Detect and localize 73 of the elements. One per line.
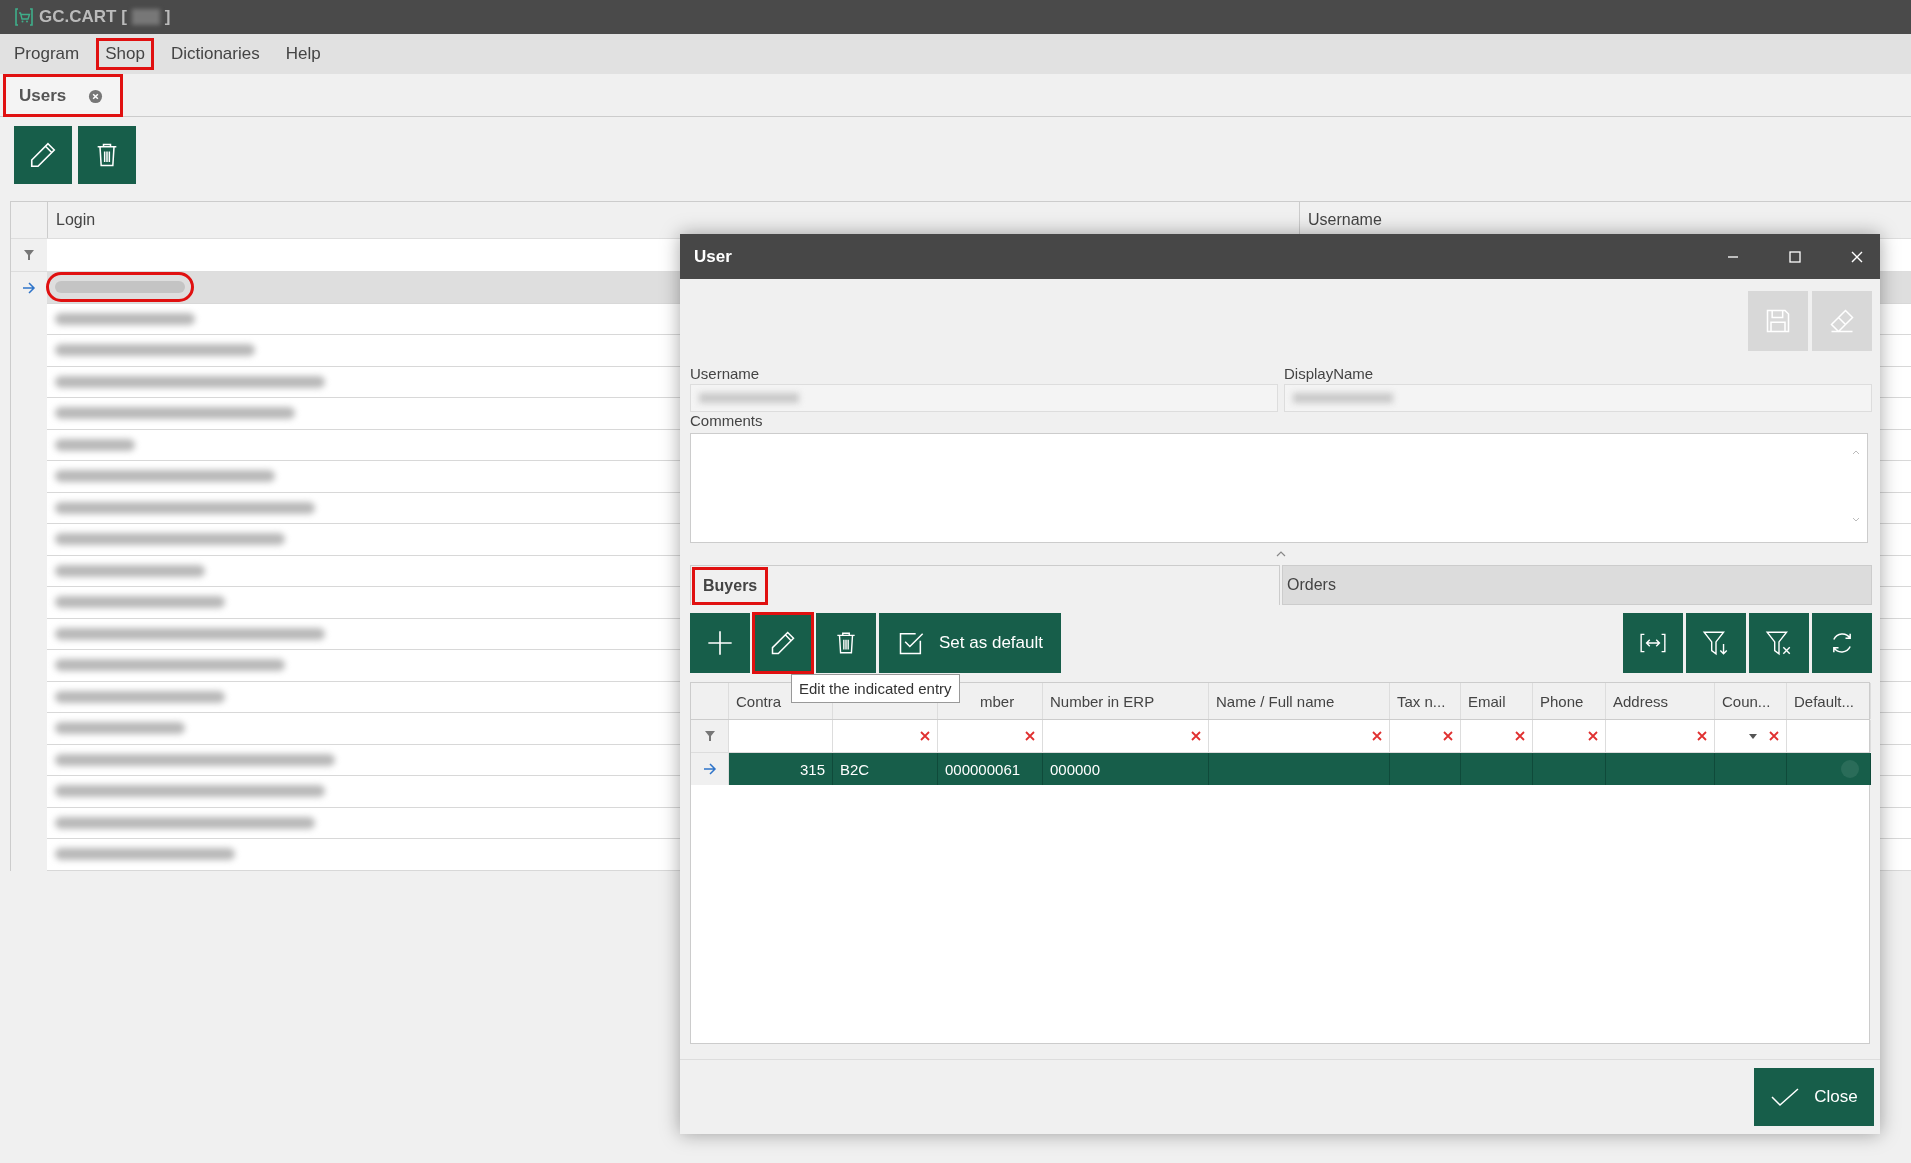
column-header[interactable]: Address (1613, 692, 1669, 710)
clear-filter-icon[interactable] (1372, 731, 1382, 741)
clear-filter-icon[interactable] (1191, 731, 1201, 741)
column-header[interactable]: Default... (1794, 692, 1855, 710)
filter-icon (23, 249, 35, 261)
toolbar-button[interactable] (1749, 613, 1809, 673)
clear-filter-icon[interactable] (1769, 731, 1779, 741)
comments-field[interactable] (690, 433, 1868, 543)
column-header[interactable]: Name / Full name (1216, 692, 1335, 710)
filter-arrow-icon (1702, 629, 1730, 657)
cart-logo-icon (14, 7, 34, 27)
close-icon[interactable] (88, 88, 104, 104)
filter-clear-icon (1765, 629, 1793, 657)
column-header[interactable]: mber (980, 692, 1015, 710)
table-cell: B2C (833, 753, 938, 785)
toolbar-button[interactable] (1623, 613, 1683, 673)
table-cell (1461, 753, 1533, 785)
column-header[interactable]: Email (1468, 692, 1506, 710)
document-tab[interactable]: Users (4, 75, 123, 116)
window-title-bracket: ] (164, 7, 171, 27)
row-pointer-arrow-icon (702, 763, 717, 775)
toolbar-button[interactable] (78, 126, 136, 184)
menu-item[interactable]: Dictionaries (162, 39, 268, 69)
checkmark-icon (1770, 1087, 1801, 1107)
clear-filter-icon[interactable] (1515, 731, 1525, 741)
toolbar-button[interactable] (816, 613, 876, 673)
field-label: Username (690, 365, 761, 382)
toolbar-button[interactable] (1686, 613, 1746, 673)
dropdown-caret-icon[interactable] (1749, 733, 1757, 739)
column-header[interactable]: Number in ERP (1050, 692, 1155, 710)
clear-filter-icon[interactable] (1443, 731, 1453, 741)
filter-icon (703, 730, 716, 742)
tab[interactable]: Buyers (690, 565, 1280, 605)
table-cell: 000000061 (938, 753, 1043, 785)
column-header[interactable]: Coun... (1722, 692, 1771, 710)
maximize-icon[interactable] (1788, 249, 1802, 264)
pencil-icon (769, 629, 797, 657)
field-label: DisplayName (1284, 365, 1375, 382)
row-pointer-arrow-icon (22, 281, 36, 294)
dialog-title: User (694, 246, 733, 267)
tab[interactable]: Orders (1282, 565, 1872, 605)
toolbar-button[interactable] (14, 126, 72, 184)
toolbar-button[interactable]: Set as default (879, 613, 1061, 673)
fit-columns-icon (1639, 632, 1667, 654)
column-header[interactable]: Contra (736, 692, 782, 710)
toolbar-button[interactable] (690, 613, 750, 673)
table-cell: 315 (729, 753, 833, 785)
field-label: Comments (690, 412, 764, 429)
window-title: GC.CART [ (39, 7, 127, 27)
tooltip: Edit the indicated entry (791, 674, 960, 703)
column-header[interactable]: Tax n... (1397, 692, 1446, 710)
text-field[interactable] (1284, 384, 1872, 412)
pencil-icon (28, 140, 58, 170)
plus-icon (706, 629, 734, 657)
clear-filter-icon[interactable] (1588, 731, 1598, 741)
save-icon (1764, 307, 1792, 335)
menu-item[interactable]: Shop (97, 39, 153, 69)
eraser-icon (1828, 307, 1856, 335)
table-cell: 000000 (1043, 753, 1209, 785)
clear-filter-icon[interactable] (1697, 731, 1707, 741)
collapse-caret-icon[interactable] (1276, 551, 1286, 557)
close-icon[interactable] (1850, 249, 1864, 264)
menu-item[interactable]: Help (277, 39, 329, 69)
clear-filter-icon[interactable] (920, 731, 930, 741)
toolbar-button[interactable] (753, 613, 813, 673)
table-cell (1390, 753, 1461, 785)
column-header[interactable]: Phone (1540, 692, 1584, 710)
menu-item[interactable]: Program (6, 39, 88, 69)
clear-filter-icon[interactable] (1025, 731, 1035, 741)
close-button[interactable]: Close (1754, 1068, 1874, 1126)
text-field[interactable] (690, 384, 1278, 412)
toolbar-button[interactable] (1812, 613, 1872, 673)
redacted-block (131, 9, 160, 25)
